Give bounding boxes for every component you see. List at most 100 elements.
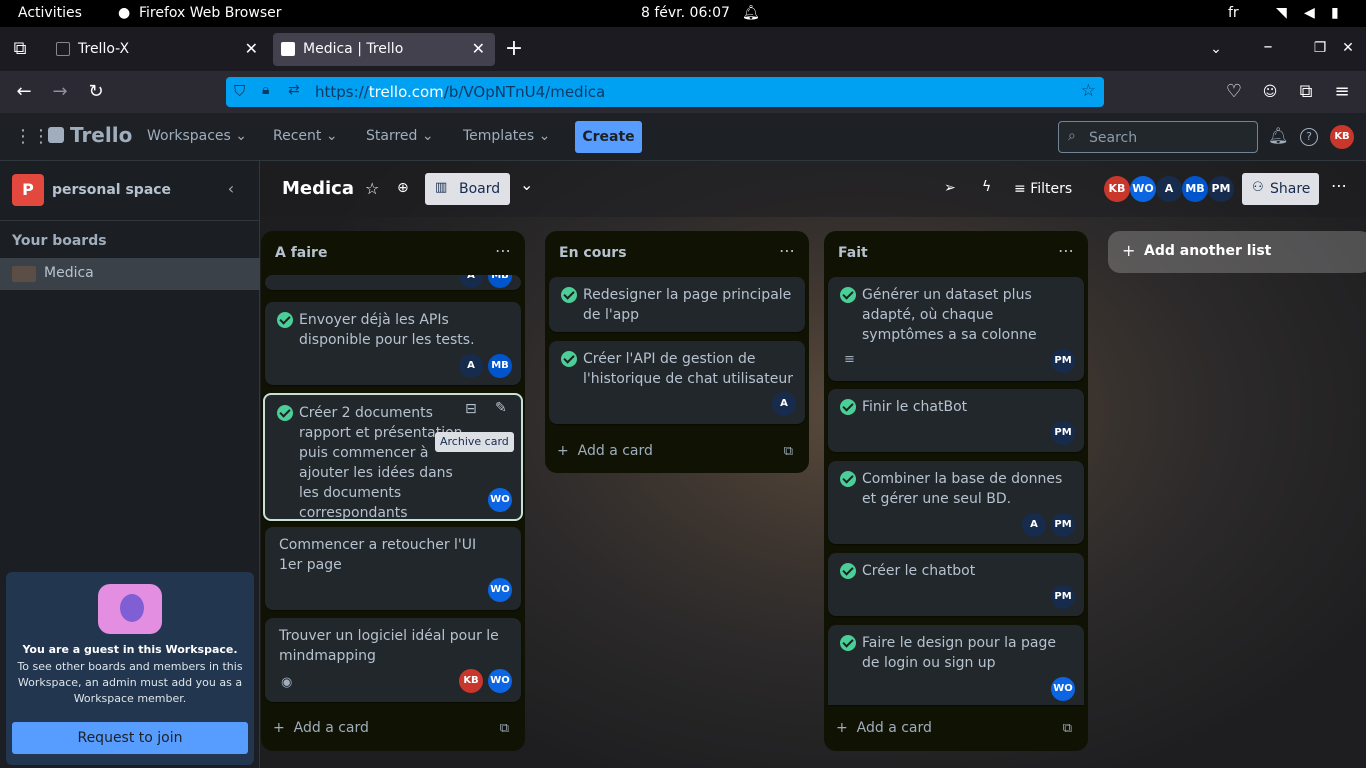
account-avatar[interactable]: KB bbox=[1330, 125, 1354, 149]
card-template-icon[interactable]: ⧉ bbox=[500, 721, 509, 736]
list-menu-icon[interactable]: ⋯ bbox=[495, 241, 511, 260]
complete-check-icon[interactable] bbox=[277, 405, 293, 421]
list-menu-icon[interactable]: ⋯ bbox=[1058, 241, 1074, 260]
forward-icon[interactable]: → bbox=[48, 80, 72, 104]
complete-check-icon[interactable] bbox=[840, 563, 856, 579]
app-name[interactable]: Firefox Web Browser bbox=[139, 5, 282, 21]
card[interactable]: Combiner la base de donnes et gérer une … bbox=[828, 461, 1084, 544]
add-list-button[interactable]: + Add another list bbox=[1108, 231, 1366, 273]
bell-icon: 🔔︎ bbox=[742, 5, 760, 21]
filters-button[interactable]: ≡ Filters bbox=[1014, 181, 1072, 197]
menu-workspaces[interactable]: Workspaces ⌄ bbox=[147, 128, 247, 144]
clock[interactable]: 8 févr. 06:07 bbox=[641, 5, 730, 21]
power-ups-icon[interactable]: ➢ bbox=[944, 180, 956, 196]
collapse-sidebar-icon[interactable]: ‹ bbox=[218, 175, 244, 203]
complete-check-icon[interactable] bbox=[840, 635, 856, 651]
close-tab-icon[interactable]: ✕ bbox=[245, 39, 258, 58]
trello-favicon-icon bbox=[281, 42, 295, 56]
member-avatar[interactable]: A bbox=[1156, 176, 1182, 202]
card[interactable]: Générer un dataset plus adapté, où chaqu… bbox=[828, 277, 1084, 381]
minimize-icon[interactable]: – bbox=[1256, 35, 1280, 59]
card-hovered[interactable]: Créer 2 documents rapport et présentatio… bbox=[263, 393, 523, 521]
url-bar[interactable]: ⛉ 🔒︎ ⇄ https://trello.com/b/VOpNTnU4/med… bbox=[226, 77, 1104, 107]
complete-check-icon[interactable] bbox=[561, 351, 577, 367]
view-dropdown-icon[interactable]: ⌄ bbox=[520, 175, 533, 194]
tab-list-icon[interactable]: ⌄ bbox=[1204, 37, 1228, 61]
shield-icon[interactable]: ⛉ bbox=[234, 82, 245, 100]
complete-check-icon[interactable] bbox=[840, 399, 856, 415]
sidebar-item-medica[interactable]: Medica bbox=[0, 258, 260, 290]
extensions-icon[interactable]: ⧉ bbox=[1294, 80, 1318, 104]
board-view-button[interactable]: ▥ Board bbox=[425, 173, 510, 205]
complete-check-icon[interactable] bbox=[840, 287, 856, 303]
card-template-icon[interactable]: ⧉ bbox=[784, 444, 793, 459]
maximize-icon[interactable]: ❐ bbox=[1308, 36, 1332, 60]
visibility-icon[interactable]: ⊕ bbox=[397, 180, 409, 196]
new-tab-icon[interactable]: + bbox=[502, 37, 526, 61]
app-switcher-icon[interactable]: ⋮⋮ bbox=[14, 126, 50, 147]
help-icon[interactable]: ? bbox=[1300, 128, 1318, 146]
bookmark-star-icon[interactable]: ☆ bbox=[1081, 81, 1096, 101]
add-card-button[interactable]: + Add a card bbox=[273, 720, 369, 736]
complete-check-icon[interactable] bbox=[561, 287, 577, 303]
activities-button[interactable]: Activities bbox=[18, 5, 82, 21]
card-title: Créer l'API de gestion de l'historique d… bbox=[583, 351, 793, 387]
card[interactable]: Finir le chatBot PM bbox=[828, 389, 1084, 452]
add-card-button[interactable]: + Add a card bbox=[836, 720, 932, 736]
member-avatar[interactable]: KB bbox=[1104, 176, 1130, 202]
trello-logo[interactable]: Trello bbox=[70, 123, 132, 147]
tab-label: Medica | Trello bbox=[303, 41, 404, 57]
guest-illustration bbox=[98, 584, 162, 634]
menu-starred[interactable]: Starred ⌄ bbox=[366, 128, 434, 144]
card[interactable]: Créer le chatbot PM bbox=[828, 553, 1084, 616]
notifications-icon[interactable]: 🔔︎ bbox=[1268, 126, 1288, 145]
complete-check-icon[interactable] bbox=[277, 312, 293, 328]
board-title[interactable]: Medica bbox=[282, 178, 354, 199]
automation-icon[interactable]: ϟ bbox=[982, 179, 991, 195]
menu-icon[interactable]: ≡ bbox=[1330, 80, 1354, 104]
complete-check-icon[interactable] bbox=[840, 471, 856, 487]
pocket-icon[interactable]: ♡ bbox=[1222, 80, 1246, 104]
card[interactable]: Faire le design pour la page de login ou… bbox=[828, 625, 1084, 705]
extension-avatar-icon[interactable]: ☺ bbox=[1258, 80, 1282, 104]
permissions-icon[interactable]: ⇄ bbox=[288, 82, 300, 98]
tab-medica-trello[interactable]: Medica | Trello ✕ bbox=[273, 33, 495, 66]
member-avatar[interactable]: MB bbox=[1182, 176, 1208, 202]
card[interactable]: Trouver un logiciel idéal pour le mindma… bbox=[265, 618, 521, 702]
reload-icon[interactable]: ↻ bbox=[84, 80, 108, 104]
card-template-icon[interactable]: ⧉ bbox=[1063, 721, 1072, 736]
member-avatar[interactable]: PM bbox=[1208, 176, 1234, 202]
battery-icon: ▮ bbox=[1331, 5, 1339, 21]
lock-icon[interactable]: 🔒︎ bbox=[262, 82, 269, 98]
list-menu-icon[interactable]: ⋯ bbox=[779, 241, 795, 260]
firefox-view-icon[interactable]: ⧉ bbox=[8, 37, 32, 61]
back-icon[interactable]: ← bbox=[12, 80, 36, 104]
search-input[interactable]: ⌕ Search bbox=[1058, 121, 1258, 153]
close-tab-icon[interactable]: ✕ bbox=[472, 39, 485, 58]
board-menu-icon[interactable]: ⋯ bbox=[1331, 176, 1347, 195]
list-title[interactable]: En cours bbox=[559, 245, 627, 261]
menu-templates[interactable]: Templates ⌄ bbox=[463, 128, 550, 144]
close-window-icon[interactable]: ✕ bbox=[1336, 36, 1360, 60]
menu-recent[interactable]: Recent ⌄ bbox=[273, 128, 338, 144]
board-thumbnail bbox=[12, 266, 36, 282]
workspace-name[interactable]: personal space bbox=[52, 182, 171, 198]
member-avatar[interactable]: WO bbox=[1130, 176, 1156, 202]
card-partial[interactable]: A MB bbox=[265, 275, 521, 290]
add-card-button[interactable]: + Add a card bbox=[557, 443, 653, 459]
archive-card-icon[interactable]: ⊟ bbox=[465, 401, 477, 417]
edit-card-icon[interactable]: ✎ bbox=[495, 400, 507, 416]
list-title[interactable]: Fait bbox=[838, 245, 868, 261]
language-indicator[interactable]: fr bbox=[1228, 5, 1239, 21]
star-board-icon[interactable]: ☆ bbox=[365, 179, 379, 198]
card[interactable]: Redesigner la page principale de l'app bbox=[549, 277, 805, 332]
list-title[interactable]: A faire bbox=[275, 245, 327, 261]
share-button[interactable]: ⚇ Share bbox=[1242, 173, 1319, 205]
tab-trello-x[interactable]: Trello-X ✕ bbox=[48, 33, 268, 66]
create-button[interactable]: Create bbox=[575, 121, 642, 153]
card[interactable]: Commencer a retoucher l'UI 1er page WO bbox=[265, 527, 521, 610]
card[interactable]: Créer l'API de gestion de l'historique d… bbox=[549, 341, 805, 424]
card[interactable]: Envoyer déjà les APIs disponible pour le… bbox=[265, 302, 521, 385]
request-to-join-button[interactable]: Request to join bbox=[12, 722, 248, 754]
card-member-avatar: A bbox=[459, 275, 483, 288]
